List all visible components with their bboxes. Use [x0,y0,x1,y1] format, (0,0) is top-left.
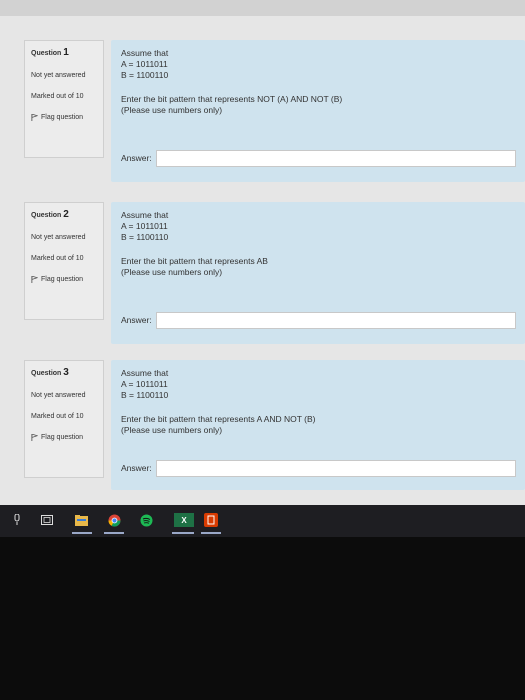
answer-label: Answer: [121,463,152,473]
question-intro: Assume that [121,210,169,220]
question-prompt: Enter the bit pattern that represents AB [121,256,268,266]
question-number: Question 2 [31,209,97,220]
value-a: A = 1011011 [121,221,168,231]
question-number: Question 1 [31,47,97,58]
question-number-value: 2 [63,209,69,220]
flag-label: Flag question [41,276,84,283]
question-info: Question 2 Not yet answered Marked out o… [24,202,104,320]
answer-input[interactable] [155,312,516,329]
windows-taskbar: X [0,505,525,537]
active-app-indicator [172,532,194,534]
answer-input[interactable] [155,460,516,477]
question-intro: Assume that [121,48,169,58]
flag-label: Flag question [41,434,84,441]
question-label: Question [31,370,62,377]
excel-icon[interactable]: X [174,513,194,527]
chrome-icon[interactable] [107,513,121,527]
question-number-value: 1 [63,47,69,58]
excel-icon-label: X [181,515,187,525]
question-content: Assume that A = 1011011 B = 1100110 Ente… [111,360,525,490]
office-icon[interactable] [204,513,218,527]
question-number: Question 3 [31,367,97,378]
question-prompt: Enter the bit pattern that represents NO… [121,94,343,104]
flag-icon [31,434,38,441]
question-label: Question [31,212,62,219]
value-b: B = 1100110 [121,390,169,400]
question-info: Question 1 Not yet answered Marked out o… [24,40,104,158]
file-explorer-icon[interactable] [74,513,88,527]
question-info: Question 3 Not yet answered Marked out o… [24,360,104,478]
flag-question-link[interactable]: Flag question [31,114,97,121]
flag-question-link[interactable]: Flag question [31,276,97,283]
value-b: B = 1100110 [121,232,169,242]
question-note: (Please use numbers only) [121,425,223,435]
question-prompt: Enter the bit pattern that represents A … [121,414,316,424]
microphone-icon[interactable] [10,513,24,527]
flag-icon [31,276,38,283]
answer-row: Answer: [121,460,516,477]
value-a: A = 1011011 [121,379,168,389]
question-status: Not yet answered [31,72,86,79]
answer-label: Answer: [121,153,152,163]
question-marks: Marked out of 10 [31,413,84,420]
value-b: B = 1100110 [121,70,169,80]
question-note: (Please use numbers only) [121,105,223,115]
browser-page: Question 1 Not yet answered Marked out o… [0,0,525,505]
question-intro: Assume that [121,368,169,378]
top-bar [0,0,525,16]
active-app-indicator [201,532,221,534]
active-app-indicator [104,532,124,534]
question-label: Question [31,50,62,57]
task-view-icon[interactable] [40,513,54,527]
flag-label: Flag question [41,114,84,121]
answer-label: Answer: [121,315,152,325]
question-note: (Please use numbers only) [121,267,223,277]
question-content: Assume that A = 1011011 B = 1100110 Ente… [111,40,525,182]
flag-question-link[interactable]: Flag question [31,434,97,441]
question-number-value: 3 [63,367,69,378]
question-content: Assume that A = 1011011 B = 1100110 Ente… [111,202,525,344]
answer-input[interactable] [155,150,516,167]
answer-row: Answer: [121,312,516,329]
question-marks: Marked out of 10 [31,93,84,100]
spotify-icon[interactable] [139,513,153,527]
answer-row: Answer: [121,150,516,167]
question-status: Not yet answered [31,234,86,241]
question-marks: Marked out of 10 [31,255,84,262]
value-a: A = 1011011 [121,59,168,69]
active-app-indicator [72,532,92,534]
flag-icon [31,114,38,121]
question-status: Not yet answered [31,392,86,399]
dark-background [0,537,525,700]
